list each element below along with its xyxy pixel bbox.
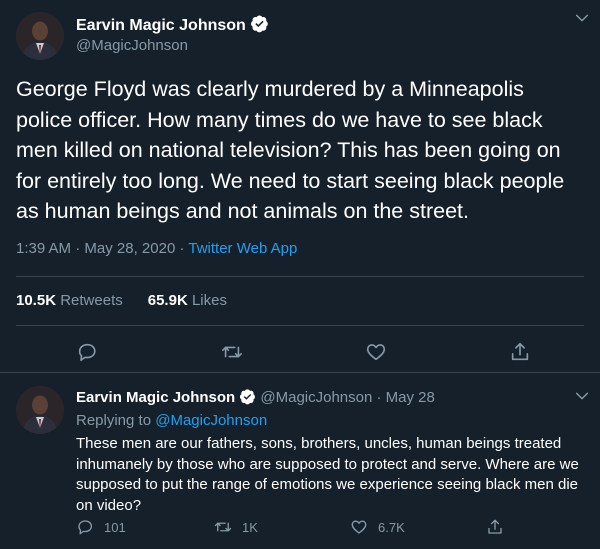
engagement-stats: 10.5K Retweets 65.9K Likes bbox=[16, 292, 227, 309]
tweet-meta: 1:39 AM · May 28, 2020 · Twitter Web App bbox=[16, 240, 297, 257]
chevron-down-icon[interactable] bbox=[574, 388, 590, 404]
like-icon[interactable] bbox=[365, 341, 387, 363]
author-name[interactable]: Earvin Magic Johnson bbox=[76, 14, 269, 35]
retweet-count: 1K bbox=[242, 519, 258, 535]
likes-count: 65.9K bbox=[147, 292, 188, 309]
meta-separator: · bbox=[179, 240, 185, 257]
tweet-source[interactable]: Twitter Web App bbox=[188, 240, 297, 257]
reply-button[interactable]: 101 bbox=[76, 518, 126, 536]
like-button[interactable]: 6.7K bbox=[350, 518, 405, 536]
reply-header: Earvin Magic Johnson @MagicJohnson · May… bbox=[76, 388, 435, 406]
retweets-count: 10.5K bbox=[16, 292, 57, 309]
avatar[interactable] bbox=[16, 386, 64, 434]
meta-separator: · bbox=[376, 389, 382, 406]
verified-badge-icon bbox=[240, 389, 256, 405]
tweet-text: George Floyd was clearly murdered by a M… bbox=[16, 77, 565, 223]
like-icon bbox=[351, 520, 367, 534]
avatar-image bbox=[16, 386, 64, 434]
meta-separator: · bbox=[75, 240, 81, 257]
avatar[interactable] bbox=[16, 12, 64, 60]
author-handle[interactable]: @MagicJohnson bbox=[76, 37, 188, 54]
share-icon[interactable] bbox=[509, 341, 531, 363]
reply-count: 101 bbox=[104, 519, 126, 535]
verified-badge-icon bbox=[250, 15, 268, 33]
author-name-text[interactable]: Earvin Magic Johnson bbox=[76, 17, 246, 34]
reply-icon bbox=[78, 520, 93, 535]
reply-icon[interactable] bbox=[76, 341, 98, 363]
reply-author-handle[interactable]: @MagicJohnson bbox=[260, 389, 372, 406]
tweet-time[interactable]: 1:39 AM bbox=[16, 240, 71, 257]
chevron-down-icon[interactable] bbox=[574, 10, 590, 26]
divider bbox=[16, 325, 584, 326]
reply-text: These men are our fathers, sons, brother… bbox=[76, 435, 579, 514]
divider bbox=[16, 276, 584, 277]
like-count: 6.7K bbox=[378, 519, 405, 535]
avatar-image bbox=[16, 12, 64, 60]
replying-to-handle[interactable]: @MagicJohnson bbox=[155, 412, 267, 429]
share-button[interactable] bbox=[486, 518, 504, 536]
retweets-label: Retweets bbox=[60, 292, 123, 309]
replying-to: Replying to @MagicJohnson bbox=[76, 412, 267, 429]
likes-stat[interactable]: 65.9K Likes bbox=[148, 292, 227, 309]
retweet-icon[interactable] bbox=[221, 341, 243, 363]
share-icon bbox=[488, 519, 502, 534]
retweet-button[interactable]: 1K bbox=[214, 518, 258, 536]
tweet-date[interactable]: May 28, 2020 bbox=[84, 240, 175, 257]
reply-author-name[interactable]: Earvin Magic Johnson bbox=[76, 389, 235, 406]
reply-date[interactable]: May 28 bbox=[386, 389, 435, 406]
replying-to-label: Replying to bbox=[76, 412, 152, 429]
likes-label: Likes bbox=[191, 292, 227, 309]
retweet-icon bbox=[214, 522, 232, 532]
main-tweet: Earvin Magic Johnson @MagicJohnson Georg… bbox=[0, 0, 600, 370]
thread-divider bbox=[0, 372, 600, 373]
retweets-stat[interactable]: 10.5K Retweets bbox=[16, 292, 123, 309]
